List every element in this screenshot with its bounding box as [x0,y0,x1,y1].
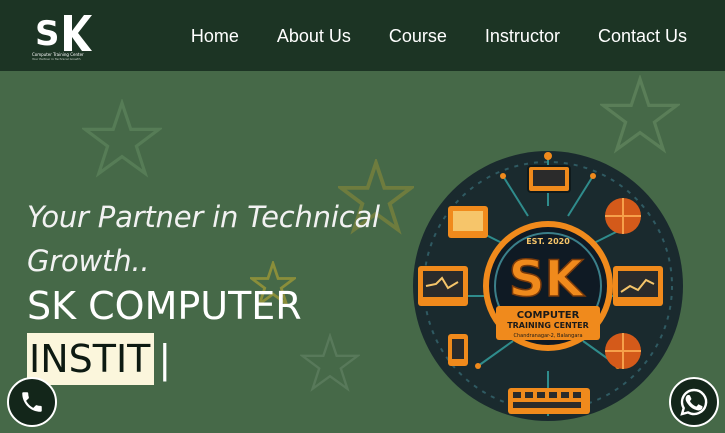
training-center-emblem: EST. 2020 SK COMPUTER TRAINING CENTER Ch… [413,151,683,421]
hero-section: Your Partner in Technical Growth.. SK CO… [0,71,725,433]
hero-tagline: Your Partner in Technical Growth.. [27,200,380,278]
background-star-icon [300,333,360,392]
phone-icon [22,392,42,412]
typing-cursor: | [158,337,172,381]
svg-text:S: S [35,14,60,54]
sk-logo[interactable]: S Computer Training Center Your Partner … [30,9,92,61]
nav-contact-us[interactable]: Contact Us [598,25,687,47]
whatsapp-icon [680,388,708,416]
whatsapp-button[interactable] [669,377,719,427]
call-button[interactable] [7,377,57,427]
navbar: S Computer Training Center Your Partner … [0,0,725,71]
nav-home[interactable]: Home [191,25,239,47]
emblem-letters: SK [509,250,586,308]
nav-instructor[interactable]: Instructor [485,25,560,47]
hero-typed-text: INSTIT [27,333,155,385]
main-nav: Home About Us Course Instructor Contact … [191,25,687,47]
emblem-line1: COMPUTER [517,310,580,321]
emblem-est: EST. 2020 [526,237,570,246]
background-star-icon [82,99,162,178]
svg-text:Your Partner in Technical Grow: Your Partner in Technical Growth [32,57,81,61]
nav-course[interactable]: Course [389,25,447,47]
hero-title-line2: INSTIT | [27,333,171,385]
nav-about-us[interactable]: About Us [277,25,351,47]
hero-title-line1: SK COMPUTER [27,284,302,328]
emblem-line2: TRAINING CENTER [507,321,589,330]
emblem-address: Chandranagar-2, Balangara [513,333,582,339]
